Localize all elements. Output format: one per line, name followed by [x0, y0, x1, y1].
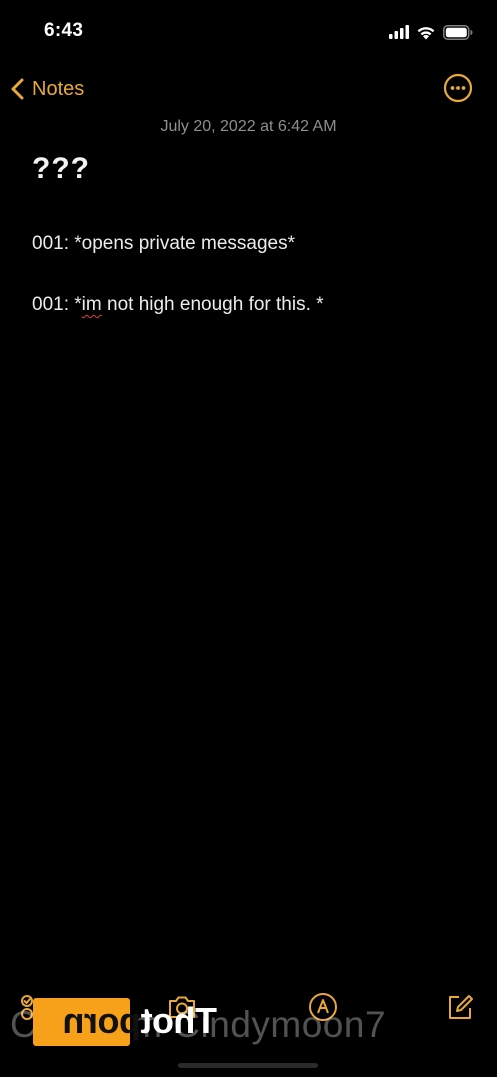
misspelled-word[interactable]: im: [82, 294, 102, 315]
back-button[interactable]: Notes: [10, 74, 84, 104]
ellipsis-circle-icon: [443, 73, 473, 103]
note-title[interactable]: ???: [32, 152, 90, 186]
status-icons: [389, 22, 473, 42]
chevron-left-icon: [11, 78, 24, 100]
note-line-prefix: 001: *: [32, 294, 82, 315]
watermark: Clip from Cindymoon7 Thotporn: [0, 998, 497, 1058]
watermark-logo: Thotporn: [33, 998, 219, 1048]
status-time: 6:43: [44, 20, 84, 41]
logo-dark-text: porn: [63, 1000, 142, 1041]
note-line[interactable]: 001: *im not high enough for this. *: [32, 294, 324, 316]
status-bar: 6:43: [0, 0, 497, 62]
note-line[interactable]: 001: *opens private messages*: [32, 233, 295, 255]
back-label: Notes: [32, 77, 85, 100]
cellular-signal-icon: [389, 25, 409, 39]
note-date: July 20, 2022 at 6:42 AM: [160, 118, 337, 135]
more-button[interactable]: [443, 73, 473, 103]
note-line-suffix: not high enough for this. *: [101, 294, 324, 315]
watermark-logo-text: Thotporn: [63, 1000, 217, 1042]
wifi-icon: [417, 26, 435, 39]
battery-icon: [443, 24, 473, 40]
home-indicator: [178, 1063, 318, 1068]
logo-light-text: Thot: [141, 1000, 217, 1041]
nav-bar: Notes: [0, 66, 497, 112]
